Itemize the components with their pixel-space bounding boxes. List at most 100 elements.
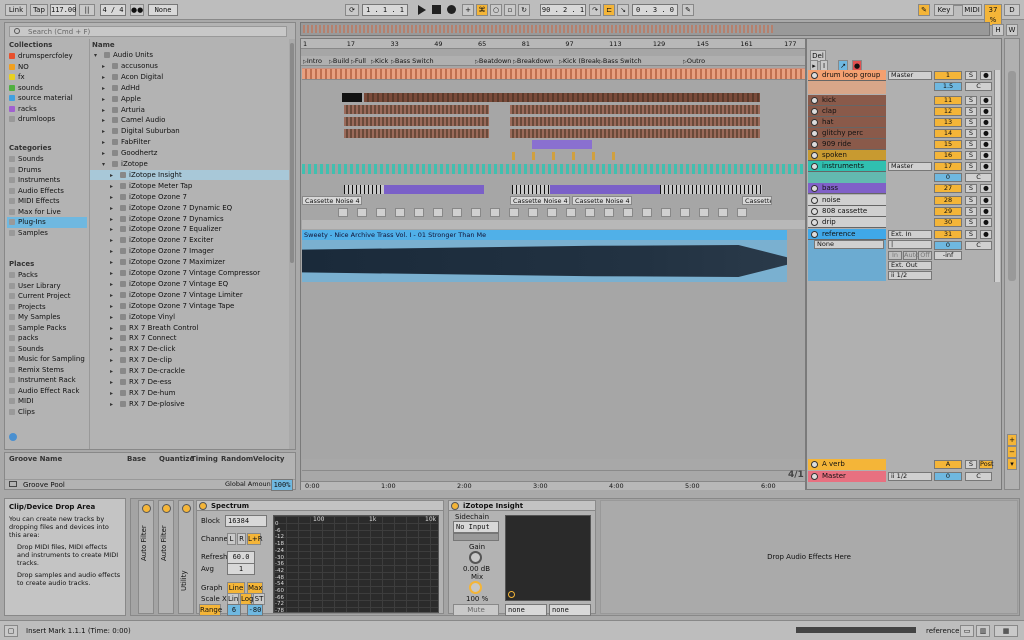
clip-spoken[interactable] — [532, 152, 535, 160]
route-select[interactable]: Master — [888, 162, 932, 171]
place-item[interactable]: Audio Effect Rack — [7, 386, 87, 397]
arm-button[interactable]: ● — [980, 196, 992, 205]
loop-start-field[interactable]: 90 . 2 . 1 — [540, 4, 586, 16]
record-icon[interactable] — [447, 5, 456, 14]
clip-perc-2[interactable] — [510, 117, 760, 126]
clip-808-crash[interactable] — [661, 208, 671, 217]
disclosure-icon[interactable]: ▸ — [110, 356, 118, 366]
spectrum-device[interactable]: Spectrum Block 16384 Channel L R L+R Ref… — [196, 500, 444, 616]
clip-808-crash[interactable] — [433, 208, 443, 217]
track-play-icon[interactable] — [811, 163, 818, 170]
clip-808-crash[interactable] — [528, 208, 538, 217]
input-sub-select[interactable]: | — [888, 240, 932, 249]
solo-button[interactable]: S — [965, 140, 977, 149]
search-input[interactable]: Search (Cmd + F) — [9, 26, 287, 37]
file-row[interactable]: ▸ Acon Digital — [90, 72, 290, 83]
file-row[interactable]: ▾ Audio Units — [90, 50, 290, 61]
file-row[interactable]: ▸ Digital Suburban — [90, 126, 290, 137]
overview-w-icon[interactable]: W — [1006, 24, 1018, 36]
disclosure-icon[interactable]: ▸ — [110, 247, 118, 257]
clip-instruments[interactable] — [302, 164, 805, 174]
bar-ruler[interactable]: 1 17 33 49 65 81 97 113 129 145 161 177 — [301, 39, 805, 49]
loop-back-icon[interactable]: ↻ — [518, 4, 530, 16]
detail-view-icon[interactable]: ▭ — [960, 625, 974, 637]
file-row[interactable]: ▸ iZotope Ozone 7 Maximizer — [90, 257, 290, 268]
disclosure-icon[interactable]: ▸ — [102, 149, 110, 159]
collection-item[interactable]: sounds — [7, 83, 87, 94]
arm-button[interactable]: ● — [980, 107, 992, 116]
monitor-button-0[interactable]: In — [888, 251, 902, 260]
file-row[interactable]: ▸ iZotope Ozone 7 Equalizer — [90, 224, 290, 235]
clip-909-ride[interactable] — [532, 140, 592, 149]
disclosure-icon[interactable]: ▸ — [110, 345, 118, 355]
groove-column-header[interactable]: Base — [127, 455, 146, 463]
solo-button[interactable]: S — [965, 218, 977, 227]
arm-button[interactable]: ● — [980, 184, 992, 193]
clip-reference-header[interactable]: Sweety - Nice Archive Trass Vol. I - 01 … — [302, 230, 787, 240]
device-view-icon[interactable]: ▦ — [994, 625, 1018, 637]
collection-item[interactable]: source material — [7, 93, 87, 104]
solo-button[interactable]: S — [965, 107, 977, 116]
clip-perc-2[interactable] — [510, 105, 760, 114]
return-letter-button[interactable]: A — [934, 460, 962, 469]
follow-icon[interactable]: ⟳ — [345, 4, 359, 16]
track-play-icon[interactable] — [811, 185, 818, 192]
zoom-out-icon[interactable]: − — [1007, 446, 1017, 458]
disclosure-icon[interactable]: ▸ — [102, 127, 110, 137]
collection-item[interactable]: NO — [7, 62, 87, 73]
meter-field[interactable]: 4 / 4 — [100, 4, 126, 16]
collection-item[interactable]: drumspercfoley — [7, 51, 87, 62]
clip-spoken[interactable] — [572, 152, 575, 160]
clip-perc[interactable] — [344, 117, 489, 126]
track-name[interactable]: reference — [808, 229, 886, 240]
file-row[interactable]: ▸ iZotope Vinyl — [90, 312, 290, 323]
post-button[interactable]: Post — [979, 460, 994, 469]
locator[interactable]: ▷Intro — [303, 57, 322, 65]
track-number-button[interactable]: 17 — [934, 162, 962, 171]
place-item[interactable]: User Library — [7, 281, 87, 292]
clip-perc-2[interactable] — [510, 129, 760, 138]
track-number-button[interactable]: 16 — [934, 151, 962, 160]
locator[interactable]: ▷Build — [329, 57, 349, 65]
route-select[interactable]: ii 1/2 — [888, 472, 932, 481]
file-row[interactable]: ▸ RX 7 De-plosive — [90, 399, 290, 410]
return-track-name[interactable]: A verb — [808, 459, 886, 470]
volume-readout[interactable]: -inf — [934, 251, 962, 260]
pan-field[interactable]: C — [965, 82, 992, 91]
disclosure-icon[interactable]: ▸ — [110, 215, 118, 225]
disclosure-icon[interactable]: ▸ — [110, 400, 118, 410]
solo-button[interactable]: S — [965, 129, 977, 138]
tempo-field[interactable]: 117.00 — [50, 4, 76, 16]
place-item[interactable]: Clips — [7, 407, 87, 418]
track-play-icon[interactable] — [811, 197, 818, 204]
collection-item[interactable]: racks — [7, 104, 87, 115]
file-row[interactable]: ▸ iZotope Ozone 7 Dynamic EQ — [90, 203, 290, 214]
clip-808-crash[interactable] — [338, 208, 348, 217]
insight-plugin-view[interactable] — [505, 515, 591, 601]
disclosure-icon[interactable]: ▸ — [110, 302, 118, 312]
track-number-button[interactable]: 15 — [934, 140, 962, 149]
clip-spoken[interactable] — [612, 152, 615, 160]
file-row[interactable]: ▸ AdHd — [90, 83, 290, 94]
disclosure-icon[interactable]: ▸ — [102, 138, 110, 148]
global-amount-field[interactable]: 100% — [271, 479, 293, 491]
arm-button[interactable]: ● — [980, 207, 992, 216]
clip-808-crash[interactable] — [547, 208, 557, 217]
file-row[interactable]: ▸ RX 7 De-click — [90, 344, 290, 355]
clip-kick-2[interactable] — [364, 93, 760, 102]
clip-kick[interactable] — [342, 93, 362, 102]
place-item[interactable]: Music for Sampling — [7, 354, 87, 365]
locator[interactable]: ▷Beatdown — [475, 57, 511, 65]
clip-drum-group[interactable] — [302, 69, 805, 79]
solo-button[interactable]: S — [965, 196, 977, 205]
place-item[interactable]: Instrument Rack — [7, 375, 87, 386]
category-item[interactable]: Audio Effects — [7, 186, 87, 197]
locator[interactable]: ▷Full — [351, 57, 366, 65]
track-number-button[interactable]: 1 — [934, 71, 962, 80]
disclosure-icon[interactable]: ▸ — [110, 378, 118, 388]
clip-808-crash[interactable] — [623, 208, 633, 217]
place-item[interactable]: My Samples — [7, 312, 87, 323]
arm-button[interactable]: ● — [980, 140, 992, 149]
disclosure-icon[interactable]: ▸ — [110, 324, 118, 334]
solo-button[interactable]: S — [965, 207, 977, 216]
